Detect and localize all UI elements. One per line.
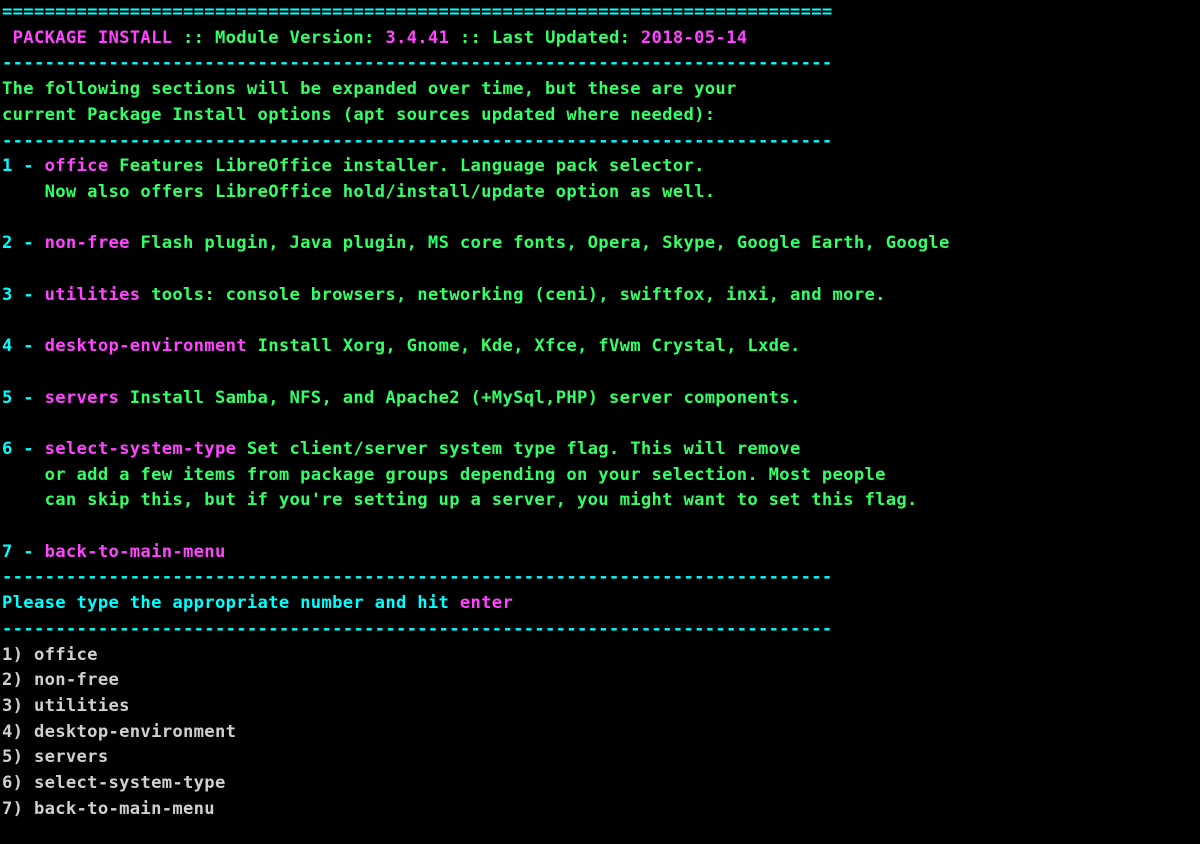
intro-line-2: current Package Install options (apt sou… bbox=[2, 105, 715, 125]
opt7-num[interactable]: 7 - bbox=[2, 542, 45, 562]
header-module-label: Module Version: bbox=[215, 28, 375, 48]
prompt-enter: enter bbox=[460, 593, 513, 613]
opt3-num[interactable]: 3 - bbox=[2, 285, 45, 305]
list-option-4[interactable]: 4) desktop-environment bbox=[2, 722, 236, 742]
rule-dash-1: ----------------------------------------… bbox=[2, 53, 833, 73]
list-option-2[interactable]: 2) non-free bbox=[2, 670, 119, 690]
opt2-desc1: Flash plugin, Java plugin, MS core fonts… bbox=[140, 233, 949, 253]
header-updated-label: Last Updated: bbox=[492, 28, 630, 48]
header-title: PACKAGE INSTALL bbox=[2, 28, 183, 48]
opt5-num[interactable]: 5 - bbox=[2, 388, 45, 408]
list-option-6[interactable]: 6) select-system-type bbox=[2, 773, 226, 793]
opt5-desc1: Install Samba, NFS, and Apache2 (+MySql,… bbox=[130, 388, 801, 408]
opt1-desc1: Features LibreOffice installer. Language… bbox=[119, 156, 705, 176]
opt6-desc2: or add a few items from package groups d… bbox=[2, 465, 886, 485]
header-updated-value: 2018-05-14 bbox=[630, 28, 747, 48]
rule-dash-2: ----------------------------------------… bbox=[2, 131, 833, 151]
opt2-name: non-free bbox=[45, 233, 141, 253]
list-option-7[interactable]: 7) back-to-main-menu bbox=[2, 799, 215, 819]
opt6-name: select-system-type bbox=[45, 439, 247, 459]
opt1-desc2: Now also offers LibreOffice hold/install… bbox=[2, 182, 715, 202]
opt2-num[interactable]: 2 - bbox=[2, 233, 45, 253]
list-option-5[interactable]: 5) servers bbox=[2, 747, 108, 767]
opt4-desc1: Install Xorg, Gnome, Kde, Xfce, fVwm Cry… bbox=[258, 336, 801, 356]
opt5-name: servers bbox=[45, 388, 130, 408]
terminal-window[interactable]: ========================================… bbox=[0, 0, 1200, 823]
list-option-3[interactable]: 3) utilities bbox=[2, 696, 130, 716]
opt7-name: back-to-main-menu bbox=[45, 542, 226, 562]
prompt-text: Please type the appropriate number and h… bbox=[2, 593, 460, 613]
opt3-desc1: tools: console browsers, networking (cen… bbox=[151, 285, 886, 305]
opt6-desc1: Set client/server system type flag. This… bbox=[247, 439, 801, 459]
rule-dash-4: ----------------------------------------… bbox=[2, 619, 833, 639]
rule-dash-3: ----------------------------------------… bbox=[2, 567, 833, 587]
header-sep2: :: bbox=[460, 28, 492, 48]
header-module-version: 3.4.41 bbox=[375, 28, 460, 48]
opt4-num[interactable]: 4 - bbox=[2, 336, 45, 356]
opt6-num[interactable]: 6 - bbox=[2, 439, 45, 459]
opt1-num[interactable]: 1 - bbox=[2, 156, 45, 176]
intro-line-1: The following sections will be expanded … bbox=[2, 79, 737, 99]
opt3-name: utilities bbox=[45, 285, 151, 305]
rule-top: ========================================… bbox=[2, 2, 833, 22]
header-sep1: :: bbox=[183, 28, 215, 48]
opt1-name: office bbox=[45, 156, 120, 176]
opt6-desc3: can skip this, but if you're setting up … bbox=[2, 490, 918, 510]
list-option-1[interactable]: 1) office bbox=[2, 645, 98, 665]
opt4-name: desktop-environment bbox=[45, 336, 258, 356]
